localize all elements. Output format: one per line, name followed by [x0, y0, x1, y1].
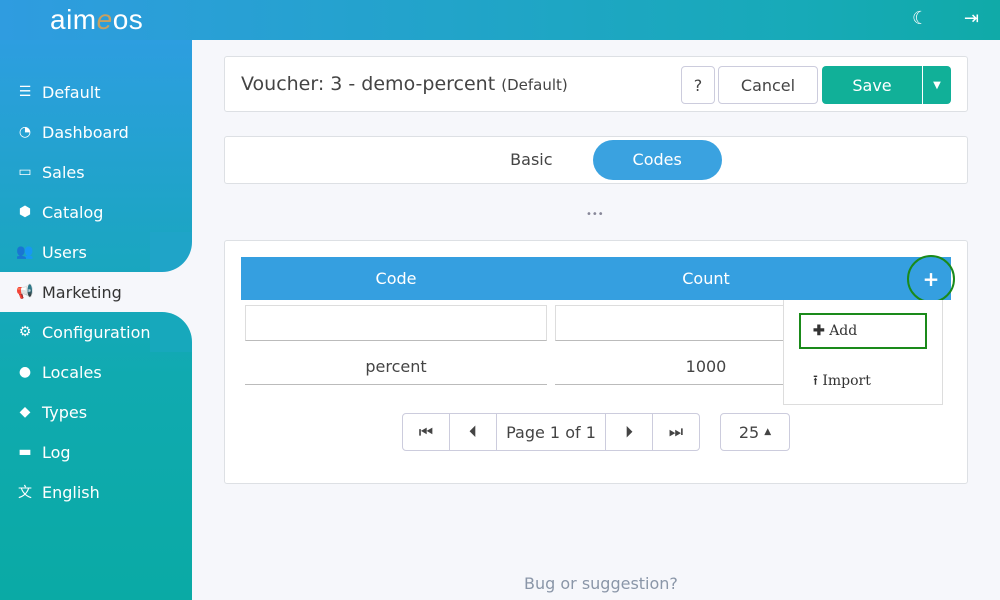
sidebar-item-sales[interactable]: ▭ Sales [16, 152, 85, 192]
sidebar-item-default[interactable]: ☰ Default [16, 72, 101, 112]
gauge-icon: ◔ [18, 124, 32, 140]
sidebar-item-label: Sales [42, 162, 85, 182]
save-dropdown-button[interactable]: ▼ [923, 66, 951, 104]
sidebar-item-locales[interactable]: ● Locales [16, 352, 102, 392]
sidebar-item-label: Dashboard [42, 122, 129, 142]
bullhorn-icon: 📢 [16, 284, 34, 300]
sidebar-item-users[interactable]: 👥 Users [16, 232, 87, 272]
page-indicator: Page 1 of 1 [496, 413, 606, 451]
add-dropdown-menu: ✚ Add ⭱ Import [783, 300, 943, 405]
tag-icon: ◆ [19, 404, 31, 420]
upload-icon: ⭱ [813, 373, 818, 389]
code-cell[interactable]: percent [245, 349, 547, 385]
sidebar-item-catalog[interactable]: ⬢ Catalog [16, 192, 104, 232]
sidebar-item-label: English [42, 482, 100, 502]
last-page-button[interactable]: ⏭ [652, 413, 700, 451]
save-button[interactable]: Save [822, 66, 922, 104]
more-toggle[interactable]: ••• [586, 209, 604, 220]
sidebar-item-label: Catalog [42, 202, 104, 222]
filter-code-input[interactable] [245, 305, 547, 341]
add-icon-button[interactable]: + [907, 255, 955, 303]
money-icon: ▭ [18, 164, 32, 180]
logo[interactable]: aimeos [50, 4, 143, 36]
column-count[interactable]: Count [551, 257, 861, 300]
sidebar-item-types[interactable]: ◆ Types [16, 392, 87, 432]
sidebar-item-marketing[interactable]: 📢 Marketing [16, 272, 122, 312]
top-bar: aimeos ☾ ⇥ [0, 0, 1000, 40]
first-page-button[interactable]: ⏮ [402, 413, 450, 451]
sidebar-item-label: Locales [42, 362, 102, 382]
menu-item-add[interactable]: ✚ Add [799, 313, 927, 349]
header-card: Voucher: 3 - demo-percent (Default) ? Ca… [224, 56, 968, 112]
tab-codes[interactable]: Codes [592, 140, 722, 180]
sidebar-item-english[interactable]: 文 English [16, 472, 100, 512]
tab-bar: Basic Codes [224, 136, 968, 184]
column-code[interactable]: Code [241, 257, 551, 300]
sidebar-item-label: Configuration [42, 322, 151, 342]
tab-basic[interactable]: Basic [470, 140, 592, 180]
page-title: Voucher: 3 - demo-percent (Default) [241, 73, 568, 95]
prev-page-button[interactable]: ⏴ [449, 413, 497, 451]
sidebar-item-log[interactable]: ▬ Log [16, 432, 71, 472]
sidebar-item-label: Types [42, 402, 88, 422]
logout-icon[interactable]: ⇥ [964, 8, 979, 29]
language-icon: 文 [18, 485, 32, 501]
sidebar-item-configuration[interactable]: ⚙ Configuration [16, 312, 151, 352]
sidebar-item-label: Default [42, 82, 101, 102]
sidebar-item-dashboard[interactable]: ◔ Dashboard [16, 112, 129, 152]
cancel-button[interactable]: Cancel [718, 66, 818, 104]
page-size-select[interactable]: 25 ▲ [720, 413, 790, 451]
cubes-icon: ⬢ [18, 204, 32, 220]
menu-item-import[interactable]: ⭱ Import [813, 370, 871, 394]
sidebar-item-label: Marketing [42, 282, 122, 302]
globe-icon: ● [18, 364, 32, 380]
sidebar-item-label: Log [42, 442, 71, 462]
table-header: Code Count [241, 257, 951, 300]
server-icon: ☰ [18, 84, 32, 100]
sidebar-item-label: Users [42, 242, 87, 262]
help-button[interactable]: ? [681, 66, 715, 104]
next-page-button[interactable]: ⏵ [605, 413, 653, 451]
archive-icon: ▬ [18, 444, 32, 460]
moon-icon[interactable]: ☾ [912, 8, 928, 29]
users-icon: 👥 [16, 244, 34, 260]
gears-icon: ⚙ [18, 324, 32, 340]
bug-report-link[interactable]: Bug or suggestion? [524, 574, 678, 593]
